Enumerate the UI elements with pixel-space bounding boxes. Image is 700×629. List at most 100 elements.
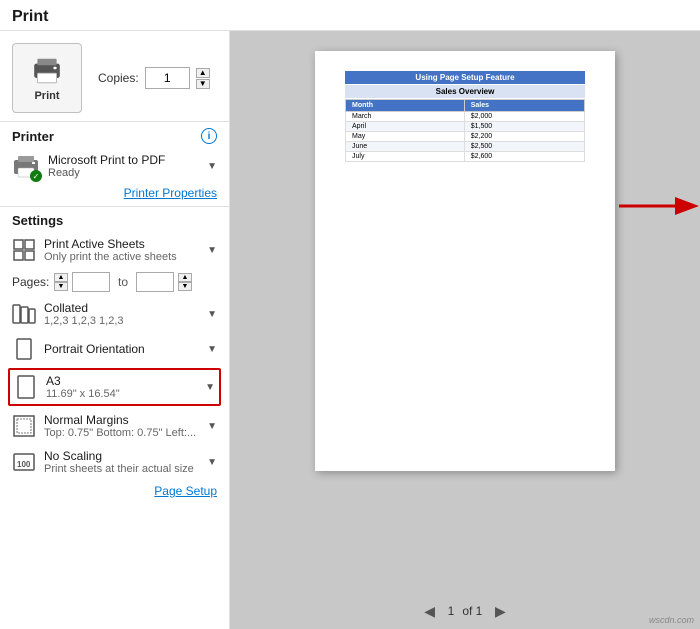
table-row: June$2,500	[346, 142, 585, 152]
print-active-sheets-main: Print Active Sheets	[44, 237, 199, 251]
printer-dropdown-arrow[interactable]: ▼	[207, 161, 217, 172]
preview-area: Using Page Setup Feature Sales Overview …	[246, 47, 684, 601]
current-page: 1	[448, 604, 455, 618]
collated-text: Collated 1,2,3 1,2,3 1,2,3	[44, 301, 199, 327]
paper-size-icon	[14, 375, 38, 399]
col-month: Month	[346, 100, 465, 112]
table-cell: May	[346, 132, 465, 142]
table-row: May$2,200	[346, 132, 585, 142]
copies-area: Copies: ▲ ▼	[98, 67, 210, 89]
copies-up-btn[interactable]: ▲	[196, 68, 210, 78]
scaling-item[interactable]: 100 No Scaling Print sheets at their act…	[0, 444, 229, 480]
pages-from-spinner: ▲ ▼	[54, 273, 68, 291]
print-active-sheets-text: Print Active Sheets Only print the activ…	[44, 237, 199, 263]
table-cell: $2,500	[464, 142, 584, 152]
copies-label: Copies:	[98, 71, 139, 85]
page-of-label: of 1	[462, 604, 482, 618]
table-cell: July	[346, 152, 465, 162]
preview-page: Using Page Setup Feature Sales Overview …	[315, 51, 615, 471]
red-arrow	[615, 191, 700, 221]
table-row: July$2,600	[346, 152, 585, 162]
collated-icon	[12, 302, 36, 326]
pages-to-up[interactable]: ▲	[178, 273, 192, 282]
svg-text:100: 100	[17, 460, 31, 469]
page-setup-link[interactable]: Page Setup	[0, 480, 229, 506]
printer-status: Ready	[48, 167, 199, 179]
preview-table: Using Page Setup Feature Sales Overview …	[345, 71, 585, 162]
pages-row: Pages: ▲ ▼ to ▲ ▼	[0, 268, 229, 296]
print-button[interactable]: Print	[12, 43, 82, 113]
prev-page-btn[interactable]: ◀	[420, 601, 440, 621]
margins-main: Normal Margins	[44, 413, 199, 427]
paper-size-item[interactable]: A3 11.69" x 16.54" ▼	[8, 368, 221, 406]
orientation-arrow[interactable]: ▼	[207, 344, 217, 355]
printer-item[interactable]: ✓ Microsoft Print to PDF Ready ▼	[0, 148, 229, 184]
preview-table-title: Using Page Setup Feature	[345, 71, 585, 84]
table-cell: April	[346, 122, 465, 132]
table-cell: March	[346, 112, 465, 122]
margins-sub: Top: 0.75" Bottom: 0.75" Left:...	[44, 427, 199, 439]
left-panel: Print Copies: ▲ ▼ Printer i	[0, 31, 230, 629]
scaling-text: No Scaling Print sheets at their actual …	[44, 449, 199, 475]
margins-icon	[12, 414, 36, 438]
paper-size-text: A3 11.69" x 16.54"	[46, 374, 197, 400]
orientation-icon	[12, 337, 36, 361]
scaling-sub: Print sheets at their actual size	[44, 463, 199, 475]
table-cell: $1,500	[464, 122, 584, 132]
collated-sub: 1,2,3 1,2,3 1,2,3	[44, 315, 199, 327]
paper-size-main: A3	[46, 374, 197, 388]
collated-arrow[interactable]: ▼	[207, 309, 217, 320]
pages-from-down[interactable]: ▼	[54, 282, 68, 291]
next-page-btn[interactable]: ▶	[490, 601, 510, 621]
right-panel: Using Page Setup Feature Sales Overview …	[230, 31, 700, 629]
pages-to-label: to	[118, 275, 128, 289]
table-cell: $2,000	[464, 112, 584, 122]
preview-data-table: Month Sales March$2,000April$1,500May$2,…	[345, 99, 585, 162]
pages-from-input[interactable]	[72, 272, 110, 292]
copies-input[interactable]	[145, 67, 190, 89]
pages-from-up[interactable]: ▲	[54, 273, 68, 282]
pages-to-down[interactable]: ▼	[178, 282, 192, 291]
collated-item[interactable]: Collated 1,2,3 1,2,3 1,2,3 ▼	[0, 296, 229, 332]
margins-text: Normal Margins Top: 0.75" Bottom: 0.75" …	[44, 413, 199, 439]
scaling-icon: 100	[12, 450, 36, 474]
table-row: March$2,000	[346, 112, 585, 122]
pages-to-input[interactable]	[136, 272, 174, 292]
preview-table-subtitle: Sales Overview	[345, 85, 585, 98]
printer-icon-wrap: ✓	[12, 152, 40, 180]
table-row: April$1,500	[346, 122, 585, 132]
paper-size-arrow[interactable]: ▼	[205, 382, 215, 393]
page-title: Print	[0, 0, 700, 31]
printer-label: Printer	[12, 129, 54, 144]
print-button-label: Print	[34, 90, 59, 102]
margins-arrow[interactable]: ▼	[207, 421, 217, 432]
table-cell: $2,600	[464, 152, 584, 162]
table-cell: June	[346, 142, 465, 152]
pages-to-spinner: ▲ ▼	[178, 273, 192, 291]
print-active-sheets-sub: Only print the active sheets	[44, 251, 199, 263]
orientation-item[interactable]: Portrait Orientation ▼	[0, 332, 229, 366]
print-active-sheets-arrow[interactable]: ▼	[207, 245, 217, 256]
copies-spinner: ▲ ▼	[196, 68, 210, 89]
settings-label: Settings	[12, 213, 63, 228]
collated-main: Collated	[44, 301, 199, 315]
print-active-sheets-item[interactable]: Print Active Sheets Only print the activ…	[0, 232, 229, 268]
copies-down-btn[interactable]: ▼	[196, 79, 210, 89]
print-button-area: Print Copies: ▲ ▼	[0, 31, 229, 121]
table-cell: $2,200	[464, 132, 584, 142]
scaling-arrow[interactable]: ▼	[207, 457, 217, 468]
margins-item[interactable]: Normal Margins Top: 0.75" Bottom: 0.75" …	[0, 408, 229, 444]
orientation-main: Portrait Orientation	[44, 342, 199, 356]
printer-section-header: Printer i	[0, 122, 229, 148]
printer-ready-badge: ✓	[30, 170, 42, 182]
printer-properties-link[interactable]: Printer Properties	[0, 184, 229, 206]
scaling-main: No Scaling	[44, 449, 199, 463]
page-nav-bar: ◀ 1 of 1 ▶	[420, 601, 511, 621]
settings-section-header: Settings	[0, 207, 229, 232]
printer-info: Microsoft Print to PDF Ready	[48, 153, 199, 179]
printer-name: Microsoft Print to PDF	[48, 153, 199, 167]
print-icon	[31, 54, 63, 86]
print-active-sheets-icon	[12, 238, 36, 262]
info-icon[interactable]: i	[201, 128, 217, 144]
col-sales: Sales	[464, 100, 584, 112]
